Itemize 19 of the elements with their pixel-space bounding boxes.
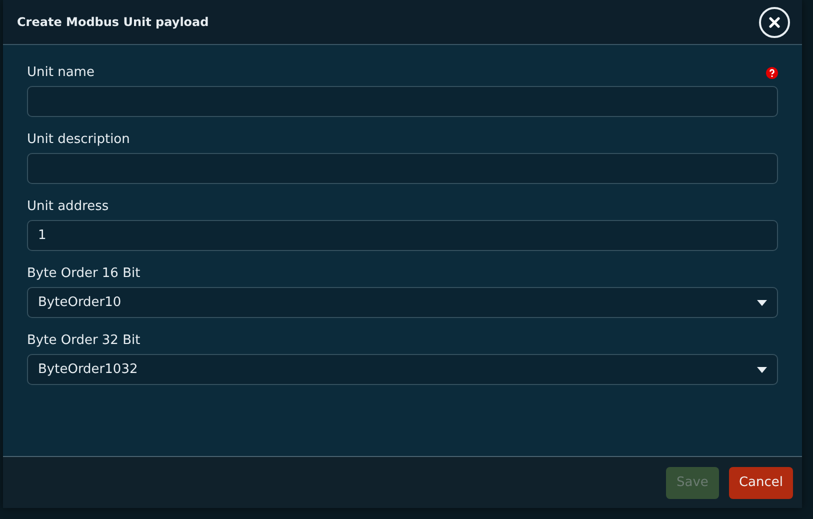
- field-label: Byte Order 16 Bit: [27, 266, 140, 281]
- select-value: ByteOrder1032: [38, 362, 138, 377]
- cancel-button[interactable]: Cancel: [728, 466, 793, 498]
- field-label: Unit address: [27, 199, 109, 214]
- close-button[interactable]: [759, 6, 790, 38]
- dialog-title: Create Modbus Unit payload: [17, 15, 209, 29]
- caret-icon: [757, 366, 767, 372]
- field-label: Byte Order 32 Bit: [27, 333, 140, 348]
- input-field[interactable]: 1: [27, 220, 778, 251]
- select-value: ByteOrder10: [38, 295, 122, 310]
- caret-icon: [757, 300, 767, 306]
- select-field[interactable]: ByteOrder1032: [27, 354, 778, 385]
- close-icon: [769, 16, 780, 28]
- select-field[interactable]: ByteOrder10: [27, 287, 778, 318]
- input-field[interactable]: [27, 86, 778, 117]
- field-label: Unit description: [27, 132, 130, 147]
- input-field[interactable]: [27, 153, 778, 184]
- help-icon[interactable]: [766, 66, 778, 78]
- field-label: Unit name: [27, 65, 94, 80]
